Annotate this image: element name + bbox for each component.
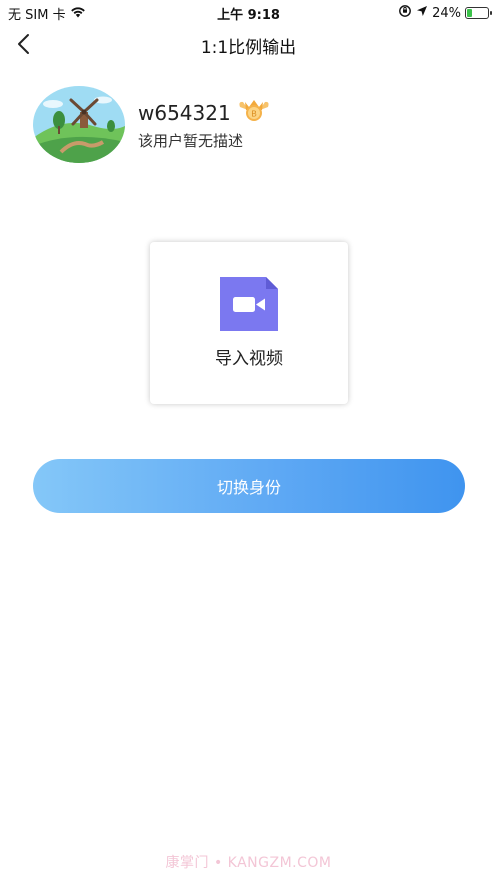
- import-video-label: 导入视频: [215, 349, 283, 369]
- user-description: 该用户暂无描述: [138, 132, 244, 150]
- svg-text:B: B: [251, 110, 256, 119]
- import-video-card[interactable]: 导入视频: [150, 242, 348, 404]
- switch-identity-label: 切换身份: [216, 478, 281, 497]
- battery-level: [467, 9, 472, 17]
- avatar[interactable]: [33, 86, 125, 163]
- video-camera-icon: [220, 277, 278, 331]
- crown-badge-icon: B: [237, 98, 271, 128]
- nav-bar: 1:1比例输出: [0, 24, 497, 64]
- battery-icon: [465, 7, 492, 19]
- status-bar: 无 SIM 卡 上午 9:18 24%: [0, 0, 497, 24]
- username: w654321: [138, 101, 231, 125]
- screen-lock-icon: [398, 4, 412, 22]
- status-right: 24%: [398, 4, 492, 22]
- watermark: 康掌门 • KANGZM.COM: [165, 855, 332, 871]
- page-title: 1:1比例输出: [200, 38, 297, 58]
- location-arrow-icon: [416, 5, 428, 21]
- battery-percent: 24%: [432, 5, 461, 21]
- username-row: w654321 B: [138, 98, 271, 128]
- switch-identity-button[interactable]: 切换身份: [33, 459, 465, 513]
